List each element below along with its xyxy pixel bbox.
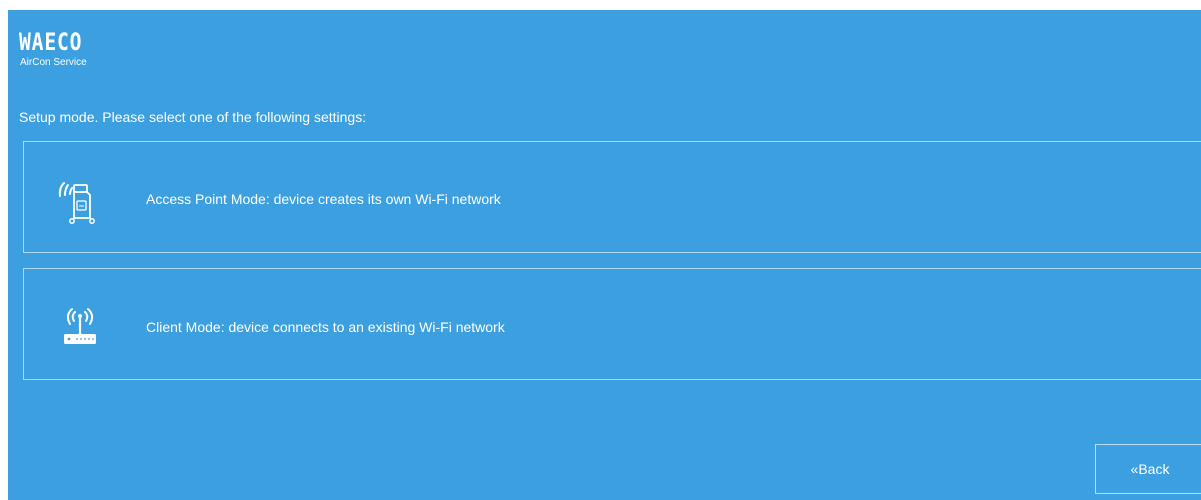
logo-brand: WAECO bbox=[19, 28, 83, 56]
access-point-device-icon bbox=[48, 170, 104, 224]
waeco-logo: WAECO AirCon Service bbox=[19, 30, 96, 69]
client-mode-label: Client Mode: device connects to an exist… bbox=[146, 319, 505, 335]
client-mode-option[interactable]: Client Mode: device connects to an exist… bbox=[23, 268, 1201, 380]
router-icon bbox=[48, 297, 104, 351]
access-point-mode-label: Access Point Mode: device creates its ow… bbox=[146, 191, 501, 207]
back-button[interactable]: «Back bbox=[1095, 444, 1201, 494]
access-point-mode-option[interactable]: Access Point Mode: device creates its ow… bbox=[23, 141, 1201, 253]
setup-instruction: Setup mode. Please select one of the fol… bbox=[19, 109, 367, 125]
logo-subtitle: AirCon Service bbox=[20, 57, 87, 68]
setup-screen: WAECO AirCon Service Setup mode. Please … bbox=[8, 10, 1201, 500]
